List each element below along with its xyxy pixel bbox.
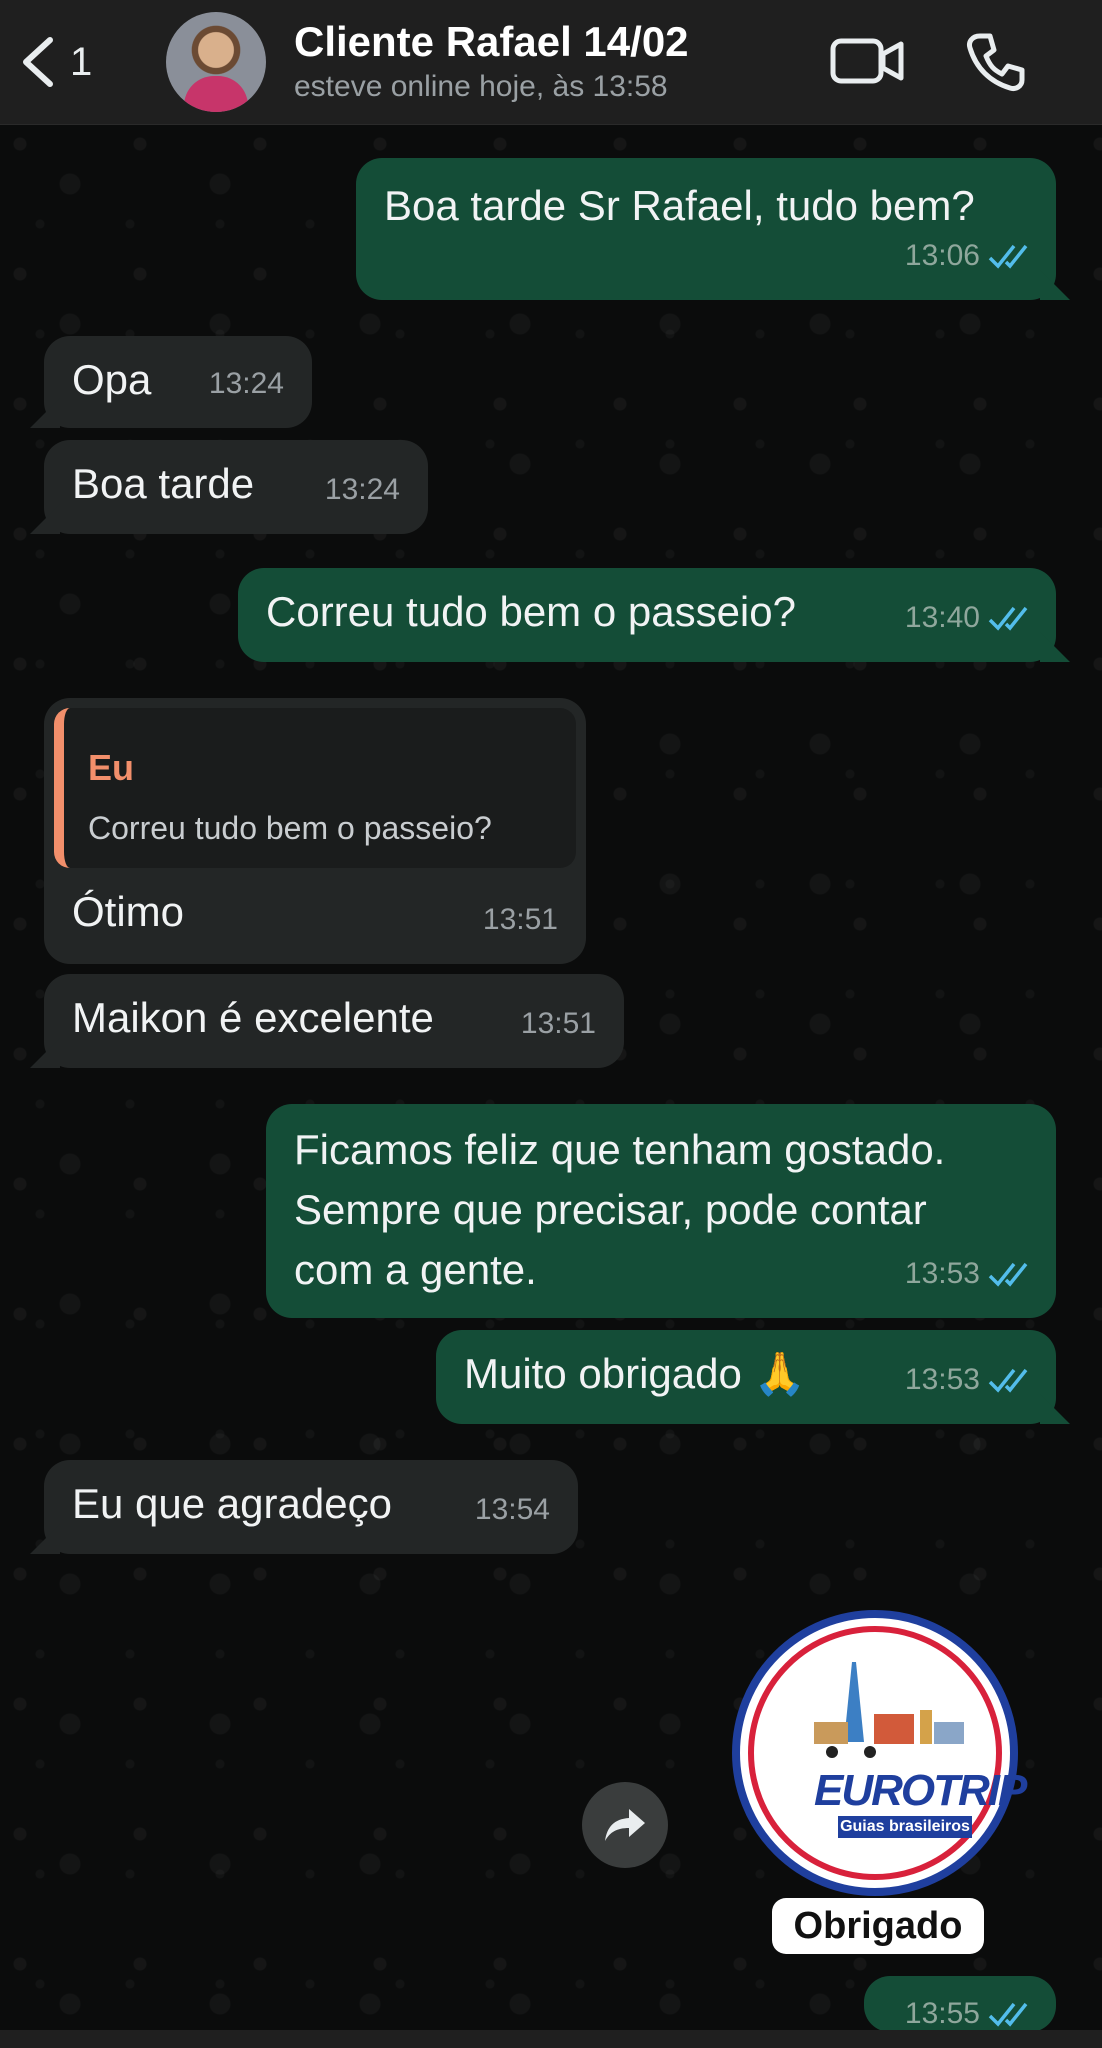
message-meta: 13:40 xyxy=(905,588,1034,648)
message-bubble-incoming[interactable]: Boa tarde 13:24 xyxy=(30,440,428,534)
message-time: 13:51 xyxy=(482,903,558,936)
message-meta: 13:06 xyxy=(905,226,1034,286)
double-check-icon xyxy=(988,244,1028,269)
double-check-icon xyxy=(988,1368,1028,1393)
message-text: Ótimo xyxy=(72,888,185,935)
back-button[interactable]: 1 xyxy=(18,30,98,94)
message-text: Maikon é excelente xyxy=(72,994,434,1041)
message-text: Boa tarde xyxy=(72,460,255,507)
sticker-caption: Obrigado xyxy=(772,1898,984,1954)
sticker-logo-subtitle: Guias brasileiros xyxy=(838,1816,972,1838)
message-text: Boa tarde Sr Rafael, tudo bem? xyxy=(384,182,975,229)
message-text: Muito obrigado 🙏 xyxy=(464,1350,806,1397)
contact-status: esteve online hoje, às 13:58 xyxy=(294,70,668,103)
message-meta: 13:53 xyxy=(905,1244,1034,1304)
forward-button[interactable] xyxy=(582,1782,668,1868)
message-time: 13:54 xyxy=(474,1493,550,1526)
message-text: Correu tudo bem o passeio? xyxy=(266,588,796,635)
message-time: 13:51 xyxy=(520,1007,596,1040)
message-time: 13:40 xyxy=(904,601,980,634)
landmarks-icon xyxy=(814,1662,964,1758)
quote-author: Eu xyxy=(88,747,135,788)
sticker-logo-text: EUROTRIP xyxy=(814,1766,1027,1815)
forward-arrow-icon xyxy=(605,1809,645,1841)
message-text: Eu que agradeço xyxy=(72,1480,392,1527)
message-time: 13:53 xyxy=(904,1257,980,1290)
double-check-icon xyxy=(988,1262,1028,1287)
message-text-line-3: com a gente. xyxy=(294,1246,537,1293)
chevron-left-icon xyxy=(23,37,53,87)
video-call-icon[interactable] xyxy=(830,36,904,86)
message-bubble-incoming[interactable]: Opa 13:24 xyxy=(30,336,312,428)
message-bubble-incoming[interactable]: Eu que agradeço 13:54 xyxy=(30,1460,578,1554)
unread-count: 1 xyxy=(70,39,93,84)
message-meta: 13:53 xyxy=(905,1350,1034,1410)
contact-avatar[interactable] xyxy=(166,12,266,112)
quote-text: Correu tudo bem o passeio? xyxy=(88,810,492,846)
message-bubble-outgoing[interactable]: Muito obrigado 🙏 13:53 xyxy=(436,1330,1070,1424)
message-bubble-outgoing[interactable]: Correu tudo bem o passeio? 13:40 xyxy=(238,568,1070,662)
message-bubble-incoming[interactable]: Maikon é excelente 13:51 xyxy=(30,974,624,1068)
double-check-icon xyxy=(988,606,1028,631)
quoted-message[interactable]: Eu Correu tudo bem o passeio? xyxy=(54,708,576,868)
sticker-time-bubble: 13:55 xyxy=(864,1976,1056,2032)
message-text-line-1: Ficamos feliz que tenham gostado. xyxy=(294,1126,946,1173)
message-time: 13:53 xyxy=(904,1363,980,1396)
message-time: 13:24 xyxy=(208,367,284,400)
message-bubble-outgoing[interactable]: Ficamos feliz que tenham gostado. Sempre… xyxy=(266,1104,1056,1318)
message-bubble-outgoing[interactable]: Boa tarde Sr Rafael, tudo bem? 13:06 xyxy=(356,158,1070,300)
message-text-line-2: Sempre que precisar, pode contar xyxy=(294,1186,927,1233)
chat-header: 1 Cliente Rafael 14/02 esteve online hoj… xyxy=(0,0,1102,125)
double-check-icon xyxy=(988,2002,1028,2027)
eurotrip-sticker[interactable]: EUROTRIP Guias brasileiros xyxy=(732,1610,1027,1896)
contact-name[interactable]: Cliente Rafael 14/02 xyxy=(294,18,689,66)
input-bar-edge xyxy=(0,2030,1102,2048)
message-time: 13:06 xyxy=(904,239,980,272)
message-time: 13:24 xyxy=(324,473,400,506)
phone-call-icon[interactable] xyxy=(966,32,1026,92)
message-bubble-incoming-reply[interactable]: Eu Correu tudo bem o passeio? Ótimo 13:5… xyxy=(44,698,586,964)
message-text: Opa xyxy=(72,356,152,403)
